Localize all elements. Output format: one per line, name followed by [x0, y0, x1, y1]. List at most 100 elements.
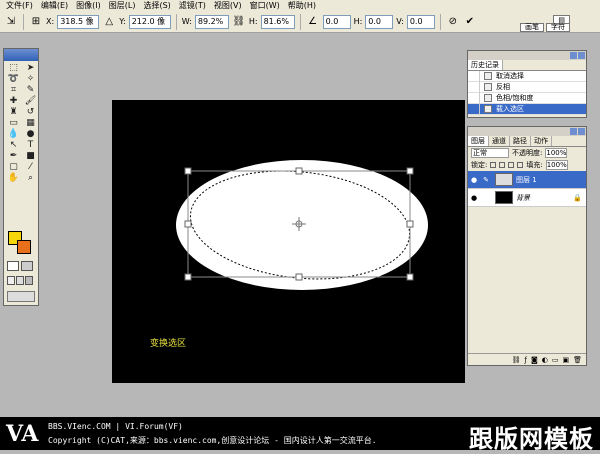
eye-icon[interactable]: ● [468, 194, 480, 202]
history-state-icon [484, 72, 492, 80]
minimize-icon[interactable] [570, 52, 577, 59]
new-adjustment-icon[interactable]: ◐ [542, 356, 548, 364]
gradient-tool-icon[interactable]: ▦ [22, 118, 39, 129]
background-color-swatch[interactable] [17, 240, 31, 254]
healing-brush-icon[interactable]: ✚ [5, 96, 22, 107]
tool-grid: ⬚ ➤ ➰ ✧ ⌗ ✎ ✚ 🖌 ♜ ↺ ▭ ▦ 💧 ● ↖ T ✒ ■ ▢ ⁄ … [4, 61, 38, 186]
lock-all-icon[interactable] [517, 162, 524, 168]
lock-pixels-icon[interactable] [499, 162, 506, 168]
delete-layer-icon[interactable]: 🗑 [573, 356, 582, 364]
history-brush-icon[interactable]: ↺ [22, 107, 39, 118]
brush-tool-icon[interactable]: 🖌 [22, 96, 39, 107]
footer-line-2: Copyright (C)CAT,来源：bbs.vienc.com,创意设计论坛… [48, 436, 377, 445]
menu-edit[interactable]: 编辑(E) [37, 0, 72, 11]
reference-point-icon[interactable]: ⊞ [29, 15, 43, 29]
layer-row[interactable]: ● 背景 🔒 [468, 189, 586, 207]
zoom-tool-icon[interactable]: ⌕ [22, 173, 39, 184]
fill-field[interactable]: 100% [545, 160, 568, 170]
history-item[interactable]: 取消选择 [468, 70, 586, 82]
slice-tool-icon[interactable]: ✎ [22, 85, 39, 96]
new-set-icon[interactable]: ▭ [552, 356, 559, 364]
transform-handle[interactable] [406, 220, 414, 228]
eye-icon[interactable]: ● [468, 176, 480, 184]
history-item-selected[interactable]: 载入选区 [468, 103, 586, 115]
shape-tool-icon[interactable]: ■ [22, 151, 39, 162]
delta-icon[interactable]: △ [102, 15, 116, 29]
tab-actions[interactable]: 动作 [531, 136, 552, 146]
vskew-field[interactable]: 0.0 [406, 14, 435, 29]
opacity-field[interactable]: 100% [545, 148, 568, 158]
cancel-transform-icon[interactable]: ⊘ [446, 15, 460, 29]
notes-tool-icon[interactable]: ▢ [5, 162, 22, 173]
transform-handle[interactable] [184, 167, 192, 175]
quick-mask-icon[interactable] [21, 261, 33, 271]
transform-handle[interactable] [406, 273, 414, 281]
path-select-icon[interactable]: ↖ [5, 140, 22, 151]
link-layers-icon[interactable]: ⛓ [512, 356, 521, 364]
tab-channels[interactable]: 通道 [489, 136, 510, 146]
move-tool-icon[interactable]: ➤ [22, 63, 39, 74]
hand-tool-icon[interactable]: ✋ [5, 173, 22, 184]
angle-field[interactable]: 0.0 [322, 14, 351, 29]
eraser-tool-icon[interactable]: ▭ [5, 118, 22, 129]
tab-layers[interactable]: 图层 [468, 136, 489, 146]
menu-filter[interactable]: 滤镜(T) [175, 0, 210, 11]
history-item[interactable]: 反相 [468, 81, 586, 93]
lock-transparency-icon[interactable] [490, 162, 497, 168]
layer-style-icon[interactable]: ƒ [524, 356, 526, 364]
add-mask-icon[interactable]: ◙ [531, 356, 538, 364]
minimize-icon[interactable] [570, 128, 577, 135]
menu-window[interactable]: 窗口(W) [246, 0, 284, 11]
lock-position-icon[interactable] [508, 162, 515, 168]
menu-file[interactable]: 文件(F) [2, 0, 37, 11]
character-tab[interactable]: 字符 [546, 23, 570, 32]
layer-row[interactable]: ● ✎ 图层 1 [468, 171, 586, 189]
marquee-tool-icon[interactable]: ⬚ [5, 63, 22, 74]
brushes-tab[interactable]: 画笔 [520, 23, 544, 32]
screen-mode-3-icon[interactable] [25, 276, 33, 285]
new-layer-icon[interactable]: ▣ [562, 356, 569, 364]
x-field[interactable]: 318.5 像 [57, 14, 100, 29]
type-tool-icon[interactable]: T [22, 140, 39, 151]
transform-handle[interactable] [184, 220, 192, 228]
layers-tabs: 图层 通道 路径 动作 [468, 136, 586, 147]
transform-handle[interactable] [295, 167, 303, 175]
blend-mode-select[interactable]: 正常 [471, 148, 509, 158]
magic-wand-icon[interactable]: ✧ [22, 74, 39, 85]
width-field[interactable]: 89.2% [194, 14, 229, 29]
clone-stamp-icon[interactable]: ♜ [5, 107, 22, 118]
tab-history[interactable]: 历史记录 [468, 60, 503, 70]
y-field[interactable]: 212.0 像 [128, 14, 171, 29]
close-icon[interactable] [578, 128, 585, 135]
crop-tool-icon[interactable]: ⌗ [5, 85, 22, 96]
eyedropper-icon[interactable]: ⁄ [22, 162, 39, 173]
height-field[interactable]: 81.6% [260, 14, 295, 29]
close-icon[interactable] [578, 52, 585, 59]
history-item[interactable]: 色相/饱和度 [468, 92, 586, 104]
commit-transform-icon[interactable]: ✔ [463, 15, 477, 29]
menu-select[interactable]: 选择(S) [139, 0, 174, 11]
screen-mode-1-icon[interactable] [7, 276, 15, 285]
jump-to-imageready-icon[interactable] [7, 291, 35, 302]
menu-help[interactable]: 帮助(H) [284, 0, 320, 11]
pen-tool-icon[interactable]: ✒ [5, 151, 22, 162]
transform-handle[interactable] [184, 273, 192, 281]
lock-row: 锁定: 填充: 100% [468, 159, 586, 171]
tab-paths[interactable]: 路径 [510, 136, 531, 146]
brush-link-icon[interactable]: ✎ [480, 176, 492, 184]
blur-tool-icon[interactable]: 💧 [5, 129, 22, 140]
y-label: Y: [119, 17, 126, 26]
hskew-field[interactable]: 0.0 [365, 14, 394, 29]
lasso-tool-icon[interactable]: ➰ [5, 74, 22, 85]
transform-handle[interactable] [406, 167, 414, 175]
screen-mode-2-icon[interactable] [16, 276, 24, 285]
layer-thumbnail [495, 173, 513, 186]
transform-handle[interactable] [295, 273, 303, 281]
history-panel-header [468, 51, 586, 60]
menu-image[interactable]: 图像(I) [72, 0, 105, 11]
menu-view[interactable]: 视图(V) [210, 0, 246, 11]
standard-mode-icon[interactable] [7, 261, 19, 271]
menu-layer[interactable]: 图层(L) [105, 0, 140, 11]
link-icon[interactable]: ⛓ [232, 15, 246, 29]
dodge-tool-icon[interactable]: ● [22, 129, 39, 140]
